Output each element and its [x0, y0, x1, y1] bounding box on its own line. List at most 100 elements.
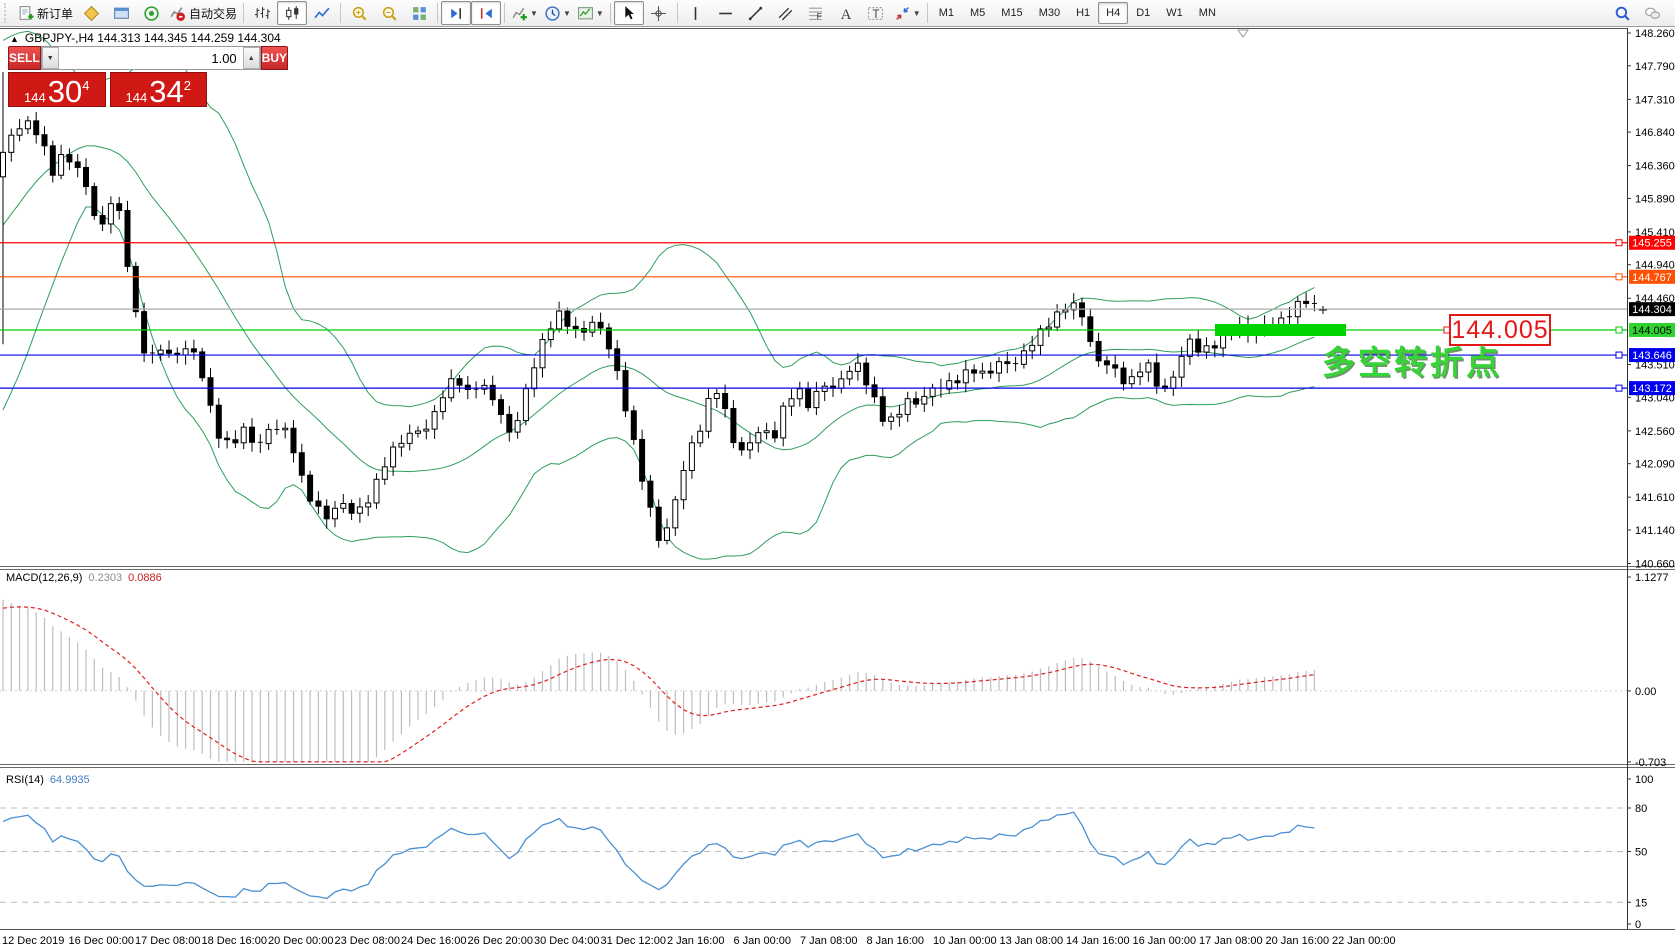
support-1-price-tag-text: 143.646 [1632, 350, 1672, 362]
time-tick-label: 6 Jan 00:00 [734, 935, 792, 947]
search-button[interactable] [1607, 1, 1637, 25]
trendline-button[interactable] [741, 1, 771, 25]
horizontal-line-icon [719, 12, 733, 14]
toolbar-separator [340, 3, 342, 23]
pivot-note-text[interactable]: 多空转折点 [1322, 336, 1502, 384]
volume-increase-button[interactable]: ▲ [242, 47, 260, 69]
rsi-indicator-label: RSI(14) 64.9935 [6, 774, 90, 786]
autotrading-button-label: 自动交易 [189, 6, 238, 21]
vertical-line-icon [695, 6, 697, 20]
periods-icon [545, 5, 560, 21]
timeframe-m5-button[interactable]: M5 [962, 2, 993, 24]
macd-signal-value: 0.0886 [128, 572, 162, 584]
toolbar-separator [676, 3, 678, 23]
styler-icon [83, 5, 99, 21]
indicators-button[interactable]: ▼ [508, 1, 541, 25]
tile-windows-button[interactable] [404, 1, 434, 25]
time-tick-label: 7 Jan 08:00 [800, 935, 858, 947]
signals-icon [143, 5, 159, 21]
price-tick-label: 147.790 [1635, 61, 1675, 73]
timeframe-h4-button[interactable]: H4 [1098, 2, 1129, 24]
hline-handle[interactable] [1615, 351, 1623, 359]
buy-price-box[interactable]: 144 34 2 [109, 72, 207, 109]
toolbar-separator [926, 3, 928, 23]
time-tick-label: 16 Dec 00:00 [69, 935, 134, 947]
channel-button[interactable] [771, 1, 801, 25]
hline-handle[interactable] [1615, 273, 1623, 281]
periods-button[interactable]: ▼ [541, 1, 574, 25]
time-tick-label: 26 Dec 20:00 [468, 935, 533, 947]
toolbar-separator [609, 3, 611, 23]
crosshair-button[interactable] [644, 1, 674, 25]
time-axis[interactable]: 12 Dec 2019 16 Dec 00:00 17 Dec 08:00 18 De… [2, 935, 1396, 947]
timeframe-m30-button[interactable]: M30 [1031, 2, 1068, 24]
timeframe-m1-button[interactable]: M1 [931, 2, 962, 24]
styler-button[interactable] [76, 1, 106, 25]
vertical-line-button[interactable] [681, 1, 711, 25]
chat-button[interactable] [1637, 1, 1667, 25]
fibonacci-icon: F [809, 7, 823, 20]
signals-button[interactable] [136, 1, 166, 25]
horizontal-line-button[interactable] [711, 1, 741, 25]
rsi-value: 64.9935 [49, 774, 90, 786]
cursor-button[interactable] [613, 1, 644, 25]
sell-price-box[interactable]: 144 30 4 [8, 72, 106, 107]
arrows-button[interactable]: ▼ [891, 1, 924, 25]
chart-annotations[interactable] [1215, 29, 1451, 336]
candlestick-button[interactable] [277, 1, 308, 25]
price-tick-label: 141.610 [1635, 492, 1675, 504]
svg-text:T: T [873, 7, 880, 20]
zoom-in-icon [352, 6, 367, 21]
timeframe-m15-button[interactable]: M15 [993, 2, 1030, 24]
time-tick-label: 22 Jan 00:00 [1332, 935, 1396, 947]
timeframe-d1-button[interactable]: D1 [1128, 2, 1158, 24]
symbol-period-label: GBPJPY-,H4 [24, 31, 94, 45]
timeframe-mn-button[interactable]: MN [1191, 2, 1224, 24]
sell-price-big: 30 [47, 73, 83, 109]
price-tick-label: 146.840 [1635, 127, 1675, 139]
price-axis[interactable]: 148.260 147.790 147.310 146.840 146.360 145.8… [1627, 28, 1675, 931]
zoom-out-button[interactable] [374, 1, 404, 25]
macd-title: MACD(12,26,9) [6, 572, 83, 584]
green-highlight-bar[interactable] [1215, 323, 1346, 336]
time-tick-label: 18 Dec 16:00 [202, 935, 267, 947]
hline-handle[interactable] [1615, 239, 1623, 247]
chat-icon [1644, 7, 1660, 19]
fibonacci-button[interactable]: F [801, 1, 831, 25]
auto-scroll-icon [450, 7, 461, 19]
support-2-price-tag-text: 143.172 [1632, 383, 1672, 395]
timeframe-h1-button[interactable]: H1 [1068, 2, 1098, 24]
collapse-panel-icon[interactable]: ▲ [10, 34, 19, 44]
volume-input[interactable] [58, 47, 243, 69]
text-button[interactable]: A [831, 1, 861, 25]
timeframe-w1-button[interactable]: W1 [1158, 2, 1191, 24]
chart-surface[interactable]: 148.260 147.790 147.310 146.840 146.360 145.8… [0, 0, 1675, 949]
volume-decrease-button[interactable]: ▼ [41, 47, 59, 69]
new-order-button[interactable]: 新订单 [14, 1, 76, 25]
market-window-button[interactable] [106, 1, 136, 25]
indicator-panels [0, 599, 1627, 903]
rsi-tick-label: 0 [1635, 919, 1641, 931]
macd-value: 0.2303 [88, 572, 123, 584]
buy-price-big: 34 [149, 73, 184, 109]
bar-chart-button[interactable] [247, 1, 277, 25]
pivot-price-tag-text: 144.005 [1632, 325, 1672, 337]
macd-tick-label: -0.703 [1635, 757, 1666, 769]
time-tick-label: 10 Jan 00:00 [933, 935, 997, 947]
sell-button[interactable]: SELL [8, 46, 41, 70]
line-chart-button[interactable] [307, 1, 337, 25]
autotrading-button[interactable]: 自动交易 [166, 1, 240, 25]
time-tick-label: 12 Dec 2019 [2, 935, 64, 947]
chart-shift-button[interactable] [471, 1, 502, 25]
zoom-in-button[interactable] [344, 1, 374, 25]
zoom-out-icon [382, 6, 397, 21]
templates-button[interactable]: ▼ [574, 1, 607, 25]
auto-scroll-button[interactable] [441, 1, 472, 25]
hline-handle[interactable] [1615, 326, 1623, 334]
buy-button[interactable]: BUY [260, 46, 289, 70]
text-label-icon: T [868, 6, 884, 20]
hline-handle[interactable] [1615, 384, 1623, 392]
rsi-tick-label: 50 [1635, 847, 1647, 859]
chart-shift-marker[interactable] [1237, 29, 1249, 38]
text-label-button[interactable]: T [861, 1, 891, 25]
